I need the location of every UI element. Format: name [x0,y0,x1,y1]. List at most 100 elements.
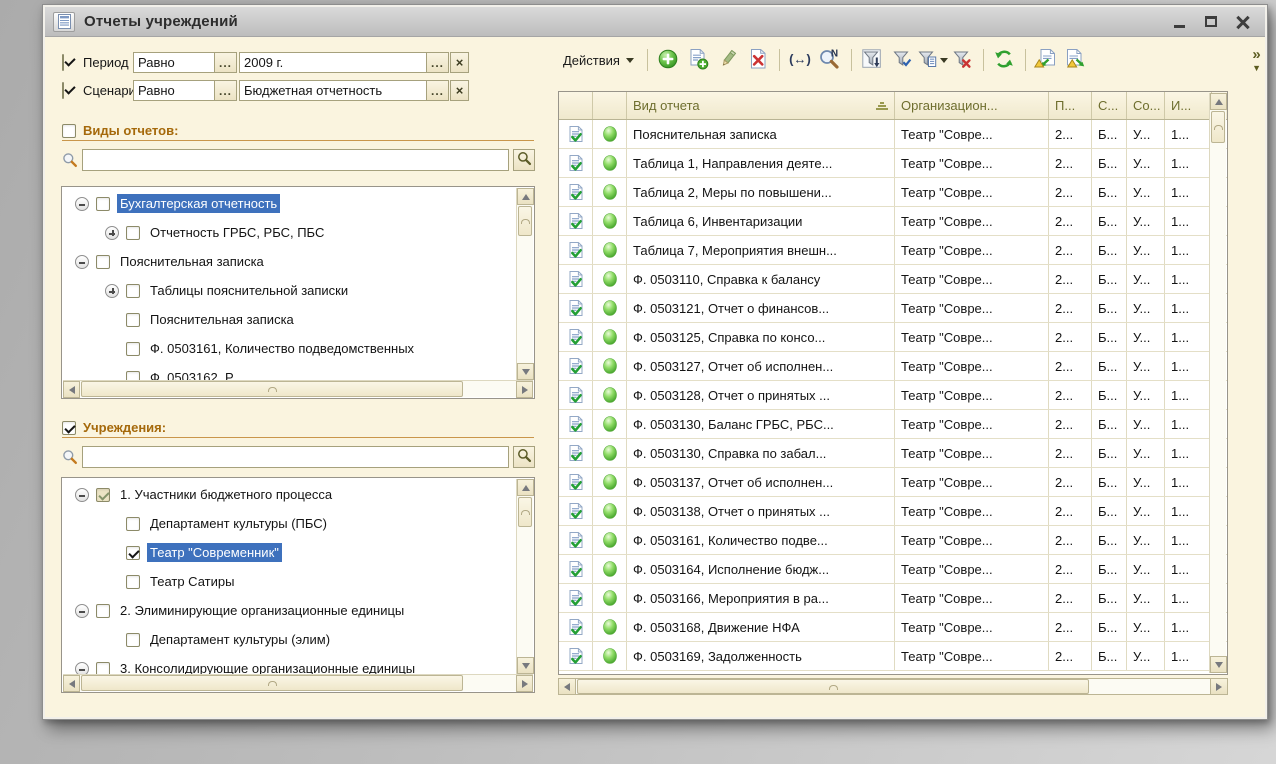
tree-item-label[interactable]: 3. Консолидирующие организационные едини… [117,659,418,674]
item-checkbox[interactable] [126,313,140,327]
item-checkbox[interactable] [96,488,110,502]
scroll-up-button[interactable] [1210,93,1227,110]
report-types-checkbox[interactable] [62,124,76,138]
filter-history-button[interactable] [919,47,946,73]
filter-set-button[interactable] [859,47,886,73]
collapse-icon[interactable] [75,255,89,269]
table-row[interactable]: Ф. 0503121, Отчет о финансов...Театр "Со… [559,294,1227,323]
report-types-search-button[interactable] [513,149,535,171]
col-period-header[interactable]: П... [1049,92,1092,119]
scroll-down-button[interactable] [1210,656,1227,673]
institution-tree-item[interactable]: 3. Консолидирующие организационные едини… [63,654,516,674]
table-row[interactable]: Ф. 0503137, Отчет об исполнен...Театр "С… [559,468,1227,497]
tree-item-label[interactable]: Отчетность ГРБС, РБС, ПБС [147,223,327,242]
table-row[interactable]: Ф. 0503161, Количество подве...Театр "Со… [559,526,1227,555]
tree-item-label[interactable]: Департамент культуры (ПБС) [147,514,330,533]
table-row[interactable]: Ф. 0503168, Движение НФАТеатр "Совре...2… [559,613,1227,642]
filter-clear-button[interactable] [949,47,976,73]
scenario-value-choose-button[interactable]: ... [426,80,449,101]
titlebar[interactable]: Отчеты учреждений [45,7,1265,37]
institution-tree-item[interactable]: 2. Элиминирующие организационные единицы [63,596,516,625]
item-checkbox[interactable] [126,575,140,589]
table-row[interactable]: Ф. 0503110, Справка к балансуТеатр "Совр… [559,265,1227,294]
collapse-icon[interactable] [75,604,89,618]
tree-item-label[interactable]: Театр "Современник" [147,543,282,562]
institution-tree-item[interactable]: 1. Участники бюджетного процесса [63,480,516,509]
scroll-up-button[interactable] [517,479,534,496]
tree-item-label[interactable]: Пояснительная записка [147,310,297,329]
scroll-right-button[interactable] [1210,679,1227,694]
scroll-thumb[interactable] [518,206,532,236]
table-row[interactable]: Ф. 0503166, Мероприятия в ра...Театр "Со… [559,584,1227,613]
toolbar-overflow-button[interactable]: » ▼ [1252,47,1261,73]
period-value-input[interactable]: 2009 г. [239,52,427,73]
col-scenario-header[interactable]: С... [1092,92,1127,119]
tree-item-label[interactable]: Бухгалтерская отчетность [117,194,280,213]
table-row[interactable]: Ф. 0503128, Отчет о принятых ...Театр "С… [559,381,1227,410]
item-checkbox[interactable] [96,255,110,269]
report-load-button[interactable] [1033,47,1060,73]
find-number-button[interactable]: N [817,47,844,73]
scroll-thumb[interactable] [518,497,532,527]
item-checkbox[interactable] [126,226,140,240]
tree-item-label[interactable]: Ф. 0503161, Количество подведомственных [147,339,417,358]
report-type-tree-item[interactable]: Отчетность ГРБС, РБС, ПБС [63,218,516,247]
scroll-left-button[interactable] [559,679,576,694]
col-state-header[interactable]: Со... [1127,92,1165,119]
item-checkbox[interactable] [126,371,140,381]
table-row[interactable]: Таблица 1, Направления деяте...Театр "Со… [559,149,1227,178]
scroll-right-button[interactable] [516,675,533,692]
collapse-icon[interactable] [75,197,89,211]
maximize-button[interactable] [1203,14,1219,30]
report-type-tree-item[interactable]: Ф. 0503162, Р [63,363,516,380]
col-organization-header[interactable]: Организацион... [895,92,1049,119]
scroll-thumb[interactable] [81,675,463,691]
col-info-header[interactable]: И... [1165,92,1212,119]
institutions-search-input[interactable] [82,446,509,468]
table-row[interactable]: Ф. 0503138, Отчет о принятых ...Театр "С… [559,497,1227,526]
table-row[interactable]: Таблица 7, Мероприятия внешн...Театр "Со… [559,236,1227,265]
collapse-icon[interactable] [75,488,89,502]
report-unload-button[interactable] [1063,47,1090,73]
institutions-search-button[interactable] [513,446,535,468]
report-type-tree-item[interactable]: Пояснительная записка [63,247,516,276]
tree-item-label[interactable]: Театр Сатиры [147,572,237,591]
item-checkbox[interactable] [96,197,110,211]
scroll-down-button[interactable] [517,363,534,380]
collapse-icon[interactable] [75,662,89,675]
table-row[interactable]: Таблица 6, ИнвентаризацииТеатр "Совре...… [559,207,1227,236]
refresh-button[interactable] [991,47,1018,73]
scroll-down-button[interactable] [517,657,534,674]
institution-tree-item[interactable]: Театр Сатиры [63,567,516,596]
item-checkbox[interactable] [96,604,110,618]
scroll-left-button[interactable] [63,381,80,398]
period-checkbox[interactable] [62,54,64,71]
institution-tree-item[interactable]: Департамент культуры (ПБС) [63,509,516,538]
report-type-tree-item[interactable]: Пояснительная записка [63,305,516,334]
institutions-checkbox[interactable] [62,421,76,435]
col-report-type-header[interactable]: Вид отчета [627,92,895,119]
table-row[interactable]: Пояснительная запискаТеатр "Совре...2...… [559,120,1227,149]
scroll-thumb[interactable] [577,679,1089,694]
scroll-up-button[interactable] [517,188,534,205]
scroll-left-button[interactable] [63,675,80,692]
table-row[interactable]: Таблица 2, Меры по повышени...Театр "Сов… [559,178,1227,207]
expand-icon[interactable] [105,226,119,240]
add-copy-button[interactable] [685,47,712,73]
table-row[interactable]: Ф. 0503125, Справка по консо...Театр "Со… [559,323,1227,352]
item-checkbox[interactable] [126,546,140,560]
col-status-icon-header[interactable] [593,92,627,119]
col-doc-icon-header[interactable] [559,92,593,119]
institution-tree-item[interactable]: Департамент культуры (элим) [63,625,516,654]
tree-item-label[interactable]: Пояснительная записка [117,252,267,271]
scenario-value-input[interactable]: Бюджетная отчетность [239,80,427,101]
table-row[interactable]: Ф. 0503130, Справка по забал...Театр "Со… [559,439,1227,468]
institution-tree-item[interactable]: Театр "Современник" [63,538,516,567]
expand-icon[interactable] [105,284,119,298]
item-checkbox[interactable] [96,662,110,675]
period-clear-button[interactable]: × [450,52,469,73]
table-row[interactable]: Ф. 0503130, Баланс ГРБС, РБС...Театр "Со… [559,410,1227,439]
tree-item-label[interactable]: 1. Участники бюджетного процесса [117,485,335,504]
report-types-search-input[interactable] [82,149,509,171]
filter-settings-button[interactable] [889,47,916,73]
